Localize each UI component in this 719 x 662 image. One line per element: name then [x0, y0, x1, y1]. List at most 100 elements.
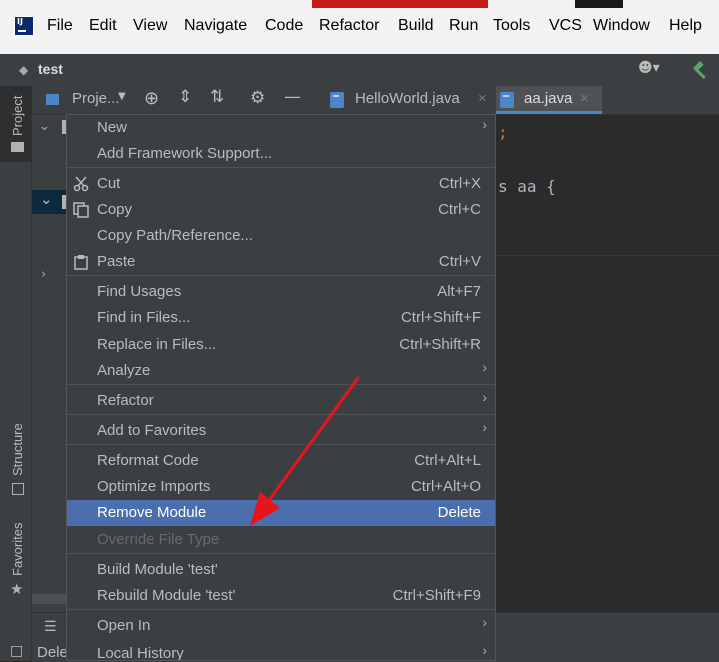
scissors-icon — [73, 176, 89, 192]
tree-collapse-icon[interactable]: ⌄ — [40, 190, 53, 208]
close-icon[interactable]: × — [478, 90, 487, 107]
project-view-dropdown[interactable]: Proje... — [72, 90, 120, 107]
java-file-icon — [330, 92, 344, 108]
star-icon: ★ — [10, 580, 24, 598]
menu-item-shortcut: Ctrl+Shift+F — [400, 309, 481, 326]
code-line: ; — [498, 123, 508, 142]
folder-icon — [11, 142, 24, 152]
expand-all-icon[interactable]: ⇕ — [178, 87, 192, 107]
tab-helloworld[interactable]: HelloWorld.java × — [320, 86, 496, 114]
menu-item-label: Copy Path/Reference... — [97, 227, 253, 244]
menu-run[interactable]: Run — [449, 17, 478, 35]
tab-label: HelloWorld.java — [355, 90, 460, 107]
menu-item-find-usages[interactable]: Find Usages Alt+F7 — [67, 279, 495, 305]
intellij-logo-icon: IJ — [14, 16, 34, 36]
tab-label: aa.java — [524, 90, 573, 107]
left-tool-strip: Project Structure Favorites ★ — [0, 86, 32, 661]
chevron-right-icon: › — [482, 642, 487, 658]
menu-item-label: Replace in Files... — [97, 336, 217, 353]
editor-tabs: HelloWorld.java × aa.java × — [310, 86, 719, 115]
build-hammer-icon[interactable] — [690, 59, 712, 81]
menu-item-label: Refactor — [97, 392, 154, 409]
menu-item-copy[interactable]: Copy Ctrl+C — [67, 197, 495, 223]
menu-item-build-module-test[interactable]: Build Module 'test' — [67, 557, 495, 583]
menu-item-shortcut: Ctrl+C — [438, 201, 481, 218]
menu-separator — [67, 167, 495, 168]
code-line: s aa { — [498, 177, 556, 196]
menu-item-label: Rebuild Module 'test' — [97, 587, 236, 604]
panel-icon: □ — [10, 643, 24, 659]
menu-item-shortcut: Alt+F7 — [437, 283, 481, 300]
menu-item-add-framework-support[interactable]: Add Framework Support... — [67, 141, 495, 167]
menu-item-label: Local History — [97, 645, 184, 661]
menu-separator — [67, 609, 495, 610]
menu-edit[interactable]: Edit — [89, 17, 117, 35]
menu-item-label: Override File Type — [97, 531, 220, 548]
menu-item-label: Add Framework Support... — [97, 145, 273, 162]
menu-item-local-history[interactable]: Local History › — [67, 641, 495, 661]
menu-item-shortcut: Delete — [437, 504, 481, 521]
user-dropdown-icon[interactable]: ☻▾ — [638, 60, 660, 76]
menu-bar: IJ File Edit View Navigate Code Refactor… — [0, 0, 719, 54]
tree-expand-icon[interactable]: › — [41, 267, 46, 282]
chevron-right-icon: › — [482, 389, 487, 405]
chevron-right-icon: › — [482, 116, 487, 132]
locate-icon[interactable]: ⊕ — [144, 88, 159, 109]
menu-code[interactable]: Code — [265, 17, 303, 35]
menu-window[interactable]: Window — [593, 17, 650, 35]
menu-item-cut[interactable]: Cut Ctrl+X — [67, 171, 495, 197]
horizontal-scrollbar[interactable] — [32, 594, 66, 604]
menu-item-replace-in-files[interactable]: Replace in Files... Ctrl+Shift+R — [67, 332, 495, 358]
list-icon: ☰ — [44, 619, 57, 635]
menu-item-shortcut: Ctrl+V — [438, 253, 481, 270]
menu-item-shortcut: Ctrl+Shift+F9 — [392, 587, 481, 604]
paste-icon — [74, 255, 88, 270]
menu-item-rebuild-module-test[interactable]: Rebuild Module 'test' Ctrl+Shift+F9 — [67, 583, 495, 609]
copy-icon — [73, 202, 89, 218]
close-icon[interactable]: × — [580, 90, 589, 107]
menu-view[interactable]: View — [133, 17, 167, 35]
collapse-all-icon[interactable]: ⇅ — [210, 87, 224, 107]
gear-icon[interactable]: ⚙ — [250, 88, 265, 108]
menu-navigate[interactable]: Navigate — [184, 17, 247, 35]
menu-item-shortcut: Ctrl+Shift+R — [399, 336, 481, 353]
menu-help[interactable]: Help — [669, 17, 702, 35]
annotation-arrow — [250, 376, 360, 526]
navigation-bar: ◆ test ☻▾ — [0, 54, 719, 87]
menu-item-shortcut: Ctrl+Alt+L — [414, 452, 481, 469]
menu-file[interactable]: File — [47, 17, 73, 35]
chevron-right-icon: › — [482, 419, 487, 435]
tab-aa[interactable]: aa.java × — [496, 86, 602, 114]
menu-item-label: Optimize Imports — [97, 478, 211, 495]
menu-item-label: Reformat Code — [97, 452, 199, 469]
project-view-icon — [46, 94, 59, 105]
menu-build[interactable]: Build — [398, 17, 434, 35]
menu-item-label: Find in Files... — [97, 309, 191, 326]
menu-item-label: Open In — [97, 617, 151, 634]
menu-item-open-in[interactable]: Open In › — [67, 613, 495, 639]
menu-item-label: Copy — [97, 201, 133, 218]
menu-item-label: Cut — [97, 175, 121, 192]
menu-item-copy-path-reference[interactable]: Copy Path/Reference... — [67, 223, 495, 249]
menu-item-new[interactable]: New › — [67, 115, 495, 141]
structure-tool-label[interactable]: Structure — [10, 423, 25, 476]
bottom-row-text: Dele — [37, 644, 68, 661]
menu-item-label: Add to Favorites — [97, 422, 207, 439]
favorites-tool-label[interactable]: Favorites — [10, 523, 25, 576]
menu-item-shortcut: Ctrl+X — [438, 175, 481, 192]
project-tool-label[interactable]: Project — [10, 96, 25, 136]
menu-item-label: Build Module 'test' — [97, 561, 218, 578]
menu-tools[interactable]: Tools — [493, 17, 530, 35]
menu-item-find-in-files[interactable]: Find in Files... Ctrl+Shift+F — [67, 305, 495, 331]
background-window-strip — [575, 0, 623, 8]
breadcrumb-project[interactable]: test — [38, 61, 63, 77]
menu-vcs[interactable]: VCS — [549, 17, 582, 35]
background-window-strip — [312, 0, 488, 8]
menu-refactor[interactable]: Refactor — [319, 17, 379, 35]
project-toolbar: Proje... ▼ ⊕ ⇕ ⇅ ⚙ — — [32, 86, 310, 115]
menu-item-label: New — [97, 119, 128, 136]
menu-item-paste[interactable]: Paste Ctrl+V — [67, 249, 495, 275]
chevron-down-icon: ▼ — [118, 91, 126, 102]
tree-expand-icon[interactable]: ⌄ — [39, 119, 50, 134]
hide-icon[interactable]: — — [284, 87, 301, 107]
